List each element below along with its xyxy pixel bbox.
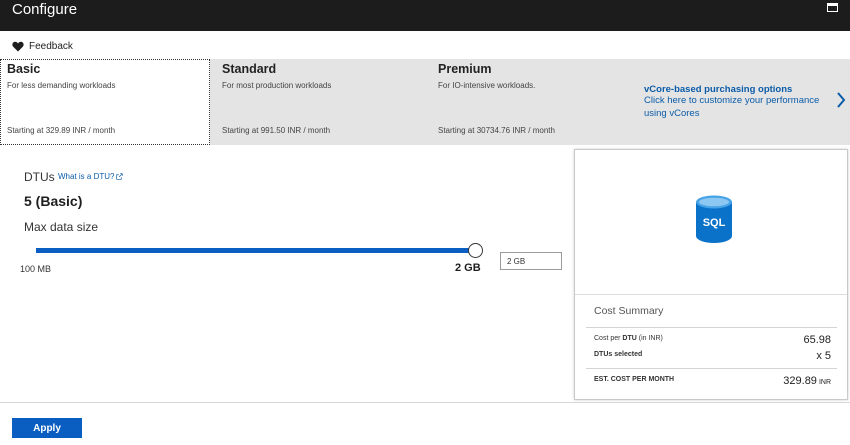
max-data-size-input[interactable] — [500, 252, 562, 270]
tier-description: For IO-intensive workloads. — [438, 81, 536, 90]
tier-price: Starting at 329.89 INR / month — [7, 126, 116, 135]
est-cost-value-group: 329.89 INR — [783, 375, 831, 387]
maximize-icon[interactable] — [827, 3, 838, 12]
dtus-selected-row: DTUs selected x 5 — [594, 350, 831, 362]
slider-min-label: 100 MB — [20, 264, 52, 274]
cost-separator — [586, 368, 837, 369]
cost-summary-title: Cost Summary — [594, 305, 664, 317]
slider-fill — [36, 248, 476, 253]
tier-name: Premium — [438, 62, 492, 76]
est-cost-value: 329.89 — [783, 375, 817, 387]
tier-standard[interactable]: Standard For most production workloads S… — [215, 59, 425, 145]
what-is-dtu-link[interactable]: What is a DTU? — [58, 172, 124, 181]
sql-database-icon: SQL — [696, 195, 732, 243]
cost-per-dtu-label-bold: DTU — [622, 335, 637, 342]
slider-max-label: 2 GB — [455, 262, 481, 274]
vcore-options-link[interactable]: vCore-based purchasing options Click her… — [644, 84, 834, 120]
cost-separator — [586, 327, 837, 328]
tier-description: For most production workloads — [222, 81, 332, 90]
what-is-dtu-text: What is a DTU? — [58, 172, 115, 181]
max-data-size-label: Max data size — [24, 220, 99, 234]
cost-per-dtu-row: Cost per DTU (in INR) 65.98 — [594, 334, 831, 346]
feedback-label: Feedback — [29, 40, 73, 52]
feedback-button[interactable]: Feedback — [12, 39, 73, 53]
apply-button[interactable]: Apply — [12, 418, 82, 438]
window-title: Configure — [12, 1, 78, 18]
est-cost-label: EST. COST PER MONTH — [594, 376, 675, 383]
tier-name: Standard — [222, 62, 277, 76]
tier-description: For less demanding workloads — [7, 81, 116, 90]
tier-basic[interactable]: Basic For less demanding workloads Start… — [0, 59, 210, 145]
slider-thumb[interactable] — [468, 243, 483, 258]
dtus-value: 5 (Basic) — [24, 193, 83, 209]
dtus-selected-value: x 5 — [816, 350, 831, 362]
vcore-title: vCore-based purchasing options — [644, 84, 793, 95]
sql-icon-text: SQL — [703, 217, 726, 229]
est-cost-unit: INR — [818, 379, 831, 386]
tier-premium[interactable]: Premium For IO-intensive workloads. Star… — [431, 59, 631, 145]
footer-divider — [0, 402, 850, 403]
external-link-icon — [116, 173, 124, 181]
cost-per-dtu-label-post: (in INR) — [636, 335, 663, 342]
chevron-right-icon[interactable] — [836, 92, 846, 108]
est-cost-row: EST. COST PER MONTH 329.89 INR — [594, 375, 831, 387]
cost-per-dtu-value: 65.98 — [803, 334, 831, 346]
dtus-selected-label: DTUs selected — [594, 351, 643, 358]
tier-price: Starting at 30734.76 INR / month — [438, 126, 555, 135]
cost-summary-panel: SQL Cost Summary Cost per DTU (in INR) 6… — [574, 149, 848, 400]
heart-icon — [12, 41, 24, 51]
title-bar: Configure — [0, 0, 850, 31]
vcore-description-line: Click here to customize your performance — [644, 95, 820, 106]
tier-name: Basic — [7, 62, 41, 76]
dtus-label: DTUs — [24, 170, 55, 184]
max-data-size-slider[interactable] — [36, 243, 483, 259]
panel-divider — [575, 294, 847, 295]
tier-price: Starting at 991.50 INR / month — [222, 126, 331, 135]
pricing-tier-selector: Basic For less demanding workloads Start… — [0, 59, 850, 145]
cost-per-dtu-label-pre: Cost per — [594, 335, 623, 342]
vcore-description-line: using vCores — [644, 107, 700, 119]
